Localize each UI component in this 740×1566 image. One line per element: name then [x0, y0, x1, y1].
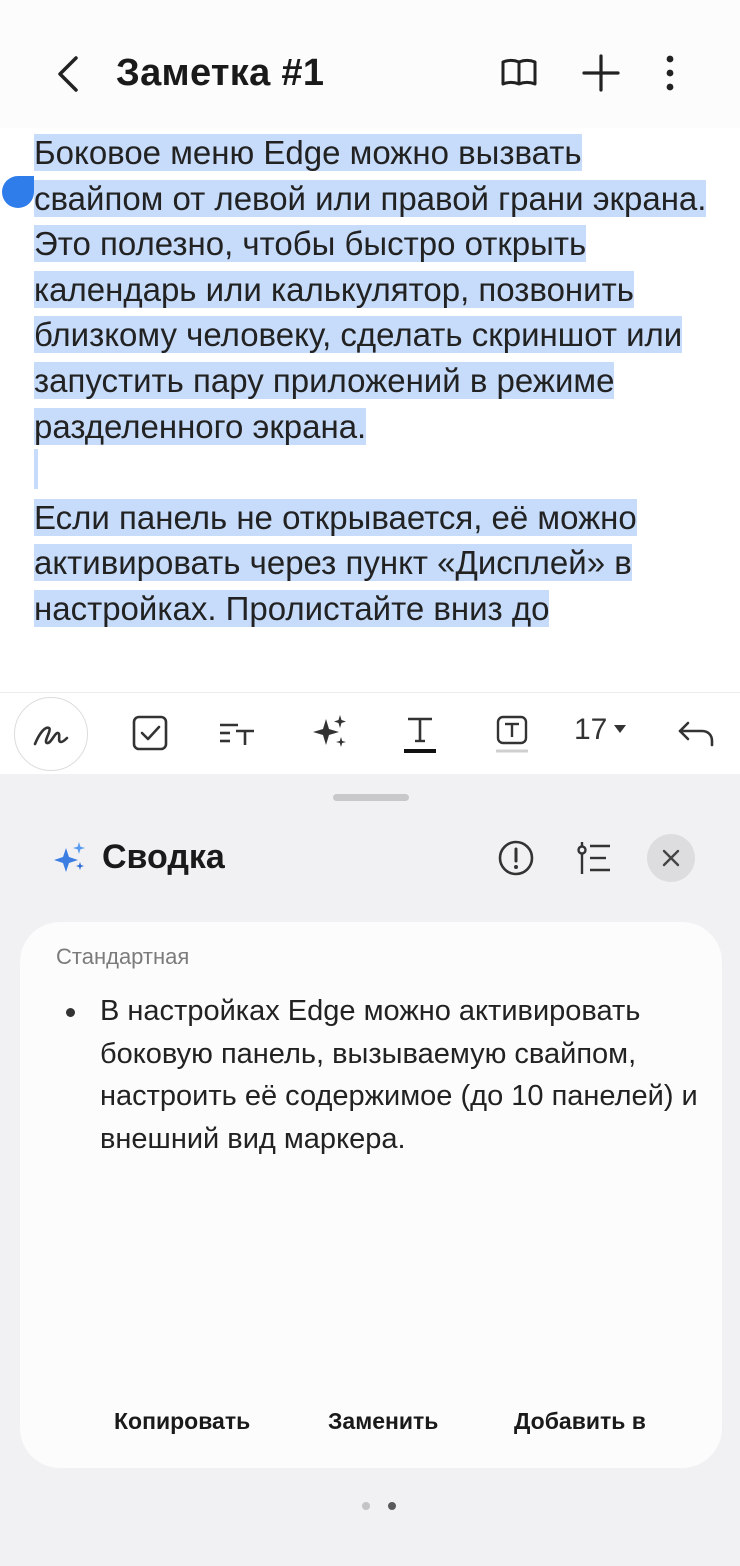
page-indicator-dot[interactable] — [362, 1502, 370, 1510]
summary-sheet: Сводка Стандартная В настройках Edge мож… — [0, 774, 740, 1566]
font-size-value[interactable]: 17 — [574, 713, 607, 747]
summary-card: Стандартная В настройках Edge можно акти… — [20, 922, 722, 1468]
font-size-dropdown-icon[interactable] — [612, 723, 628, 735]
summary-options-icon[interactable] — [574, 838, 614, 878]
back-icon[interactable] — [48, 50, 88, 98]
text-box-icon[interactable] — [490, 711, 534, 755]
bullet-dot — [66, 1008, 75, 1017]
replace-button[interactable]: Заменить — [328, 1408, 438, 1435]
note-body[interactable]: Боковое меню Edge можно вызвать свайпом … — [34, 130, 714, 632]
note-paragraph: Если панель не открывается, её можно акт… — [34, 498, 637, 627]
undo-icon[interactable] — [674, 711, 718, 755]
close-button[interactable] — [647, 834, 695, 882]
more-icon[interactable] — [654, 52, 686, 94]
paragraph-gap — [34, 449, 714, 495]
summary-actions: Копировать Заменить Добавить в — [20, 1408, 722, 1448]
summary-mode-label: Стандартная — [56, 944, 190, 969]
sheet-drag-handle[interactable] — [333, 794, 409, 801]
page-indicator-dot-active[interactable] — [388, 1502, 396, 1510]
ai-sparkle-icon — [54, 842, 85, 872]
copy-button[interactable]: Копировать — [114, 1408, 250, 1435]
sheet-title: Сводка — [102, 838, 225, 876]
summary-text: В настройках Edge можно активировать бок… — [100, 995, 698, 1155]
handwriting-icon — [33, 726, 69, 746]
plus-icon[interactable] — [580, 52, 622, 94]
note-paragraph: Боковое меню Edge можно вызвать свайпом … — [34, 134, 707, 445]
underline-text-icon[interactable] — [398, 711, 442, 755]
note-title: Заметка #1 — [116, 52, 325, 94]
editor-toolbar: 17 — [0, 692, 740, 775]
reading-mode-icon[interactable] — [498, 52, 540, 94]
info-icon[interactable] — [496, 838, 536, 878]
app-header: Заметка #1 — [0, 0, 740, 128]
add-to-button[interactable]: Добавить в — [514, 1408, 646, 1435]
handwriting-button[interactable] — [14, 697, 88, 771]
close-icon — [662, 849, 680, 867]
ai-sparkle-icon[interactable] — [308, 711, 352, 755]
checkbox-icon[interactable] — [128, 711, 172, 755]
selection-handle[interactable] — [2, 176, 34, 208]
text-style-icon[interactable] — [216, 711, 260, 755]
